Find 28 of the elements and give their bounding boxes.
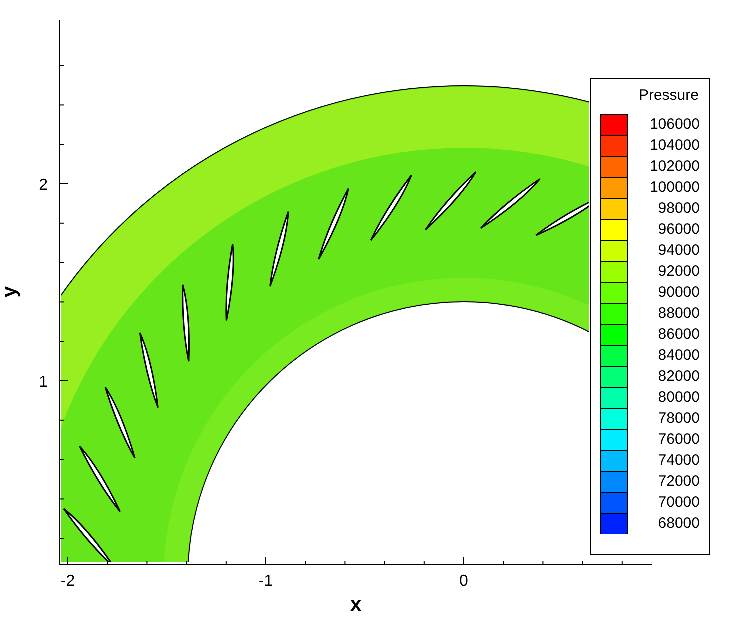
x-tick-label: -1 bbox=[258, 573, 274, 590]
legend-value: 82000 bbox=[658, 368, 700, 386]
x-tick-label: 0 bbox=[460, 573, 468, 590]
legend-value: 94000 bbox=[658, 242, 700, 260]
legend-value: 72000 bbox=[658, 472, 700, 490]
legend-value: 78000 bbox=[658, 410, 700, 428]
y-axis-label: y bbox=[0, 286, 21, 298]
legend-value: 96000 bbox=[658, 220, 700, 238]
legend-value: 92000 bbox=[658, 262, 700, 280]
y-tick-label: 2 bbox=[39, 177, 48, 194]
legend-value: 74000 bbox=[658, 452, 700, 470]
legend-title: Pressure bbox=[638, 87, 699, 105]
legend-value: 84000 bbox=[658, 346, 700, 364]
legend-value: 86000 bbox=[658, 326, 700, 344]
x-axis-label: x bbox=[350, 594, 362, 616]
legend-value: 70000 bbox=[658, 494, 700, 512]
y-tick-label: 1 bbox=[39, 374, 48, 391]
legend-value: 68000 bbox=[658, 514, 700, 532]
legend-value: 88000 bbox=[658, 304, 700, 322]
legend-value: 106000 bbox=[650, 116, 700, 134]
legend-value: 102000 bbox=[650, 158, 700, 176]
legend-value: 104000 bbox=[650, 136, 700, 154]
legend-value: 76000 bbox=[658, 430, 700, 448]
legend-value: 98000 bbox=[658, 200, 700, 218]
legend-value: 100000 bbox=[650, 178, 700, 196]
legend-value: 90000 bbox=[658, 284, 700, 302]
legend-value: 80000 bbox=[658, 388, 700, 406]
x-tick-label: -2 bbox=[60, 573, 76, 590]
